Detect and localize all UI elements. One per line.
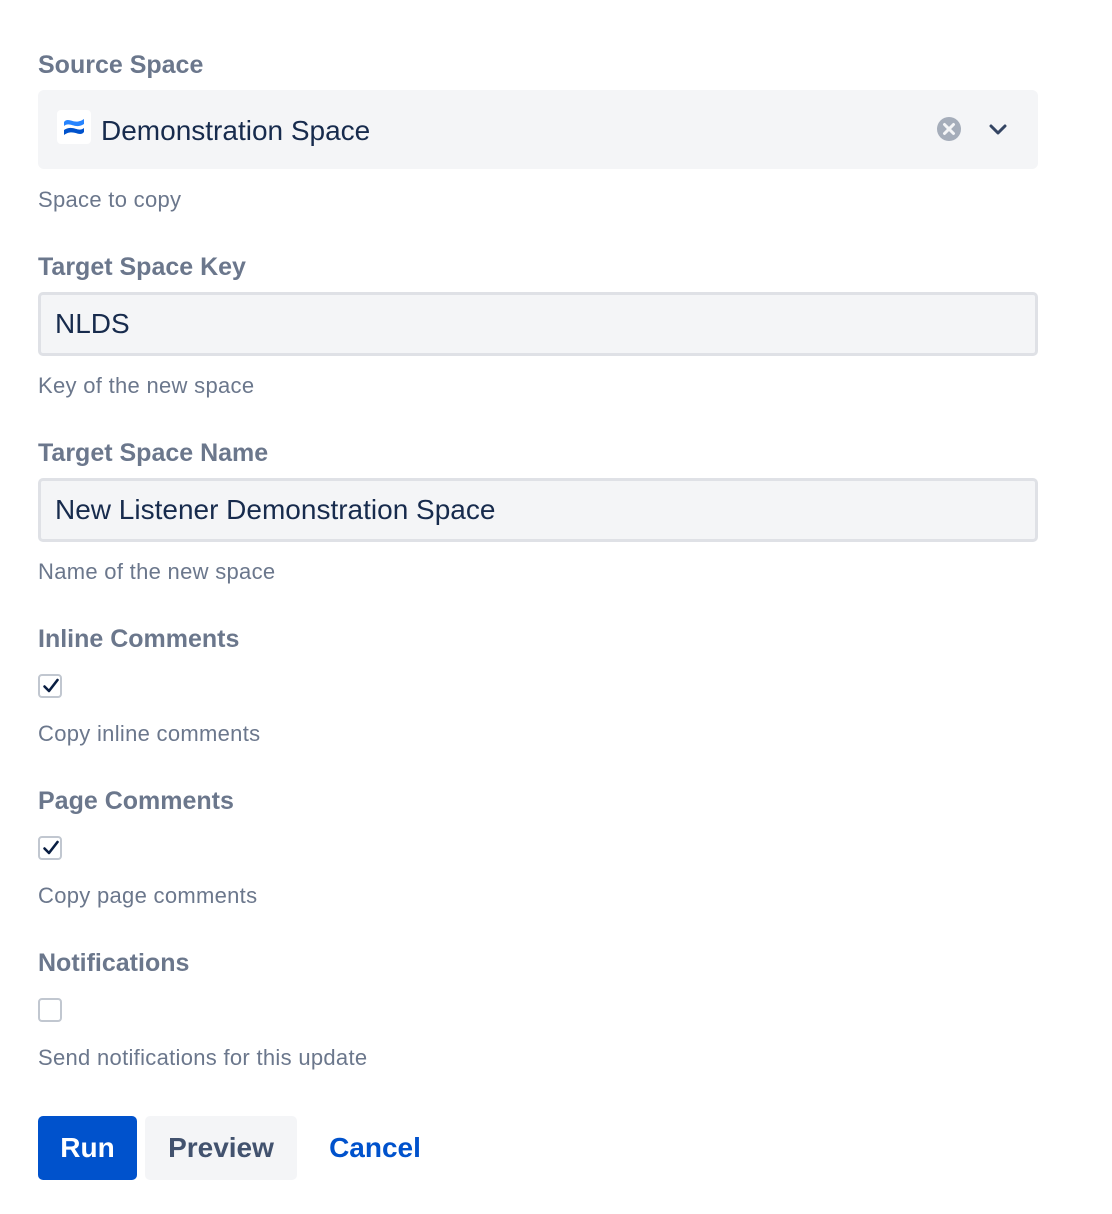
target-space-key-label: Target Space Key [38,253,246,281]
target-space-key-help: Key of the new space [38,373,255,398]
inline-comments-checkbox[interactable] [38,674,62,698]
confluence-logo-icon [57,110,91,144]
run-button[interactable]: Run [38,1116,137,1180]
source-space-value: Demonstration Space [101,115,371,146]
cancel-button[interactable]: Cancel [316,1116,434,1180]
target-space-name-label: Target Space Name [38,439,269,467]
source-space-select[interactable]: Demonstration Space [38,90,1038,169]
notifications-checkbox[interactable] [38,998,62,1022]
target-space-name-help: Name of the new space [38,559,276,584]
target-space-key-input[interactable] [38,292,1038,356]
page-comments-checkbox[interactable] [38,836,62,860]
inline-comments-help: Copy inline comments [38,721,261,746]
notifications-help: Send notifications for this update [38,1045,368,1070]
source-space-label: Source Space [38,51,204,79]
target-space-name-input[interactable] [38,478,1038,542]
notifications-label: Notifications [38,949,190,977]
checkmark-icon [43,678,59,693]
chevron-down-icon[interactable] [986,118,1010,142]
page-comments-help: Copy page comments [38,883,258,908]
source-space-help: Space to copy [38,187,182,212]
clear-icon[interactable] [936,116,962,142]
checkmark-icon [43,840,59,855]
page-comments-label: Page Comments [38,787,234,815]
inline-comments-label: Inline Comments [38,625,240,653]
preview-button[interactable]: Preview [145,1116,297,1180]
